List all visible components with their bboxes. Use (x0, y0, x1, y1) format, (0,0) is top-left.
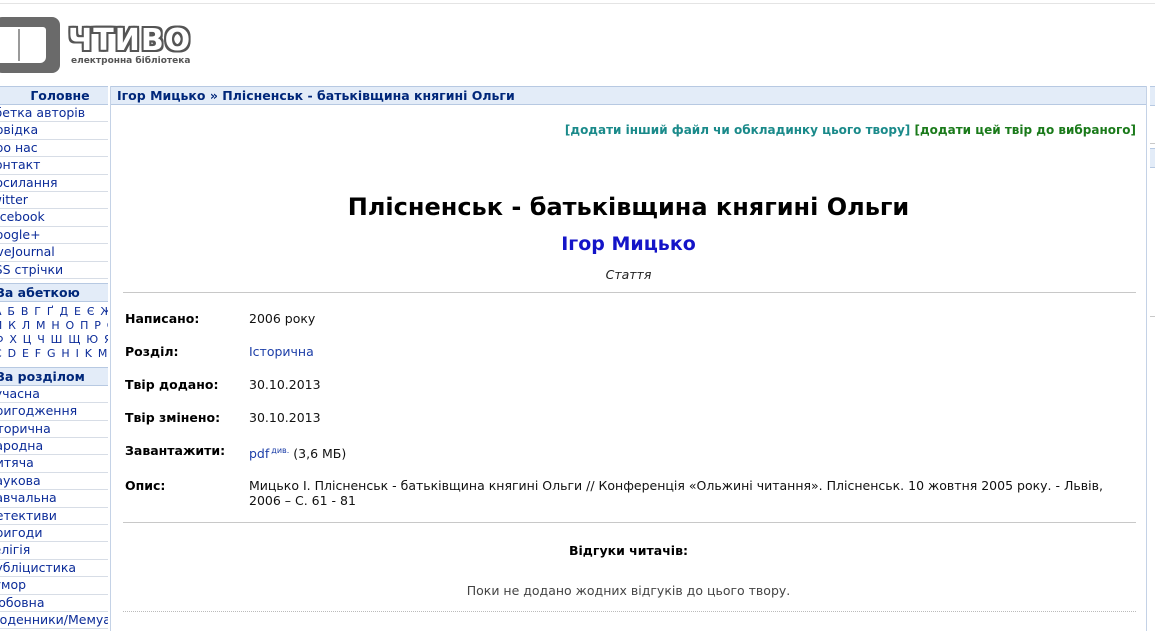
work-actions: [додати інший файл чи обкладинку цього т… (565, 123, 1136, 137)
alphabet-index: А Б В Г Ґ Д Е Є Ж З І Ї Й К Л М Н О П Р … (0, 302, 108, 363)
divider (123, 611, 1136, 612)
download-pdf-link[interactable]: pdf (249, 446, 269, 461)
logo-title: ЧТИВО (68, 23, 192, 58)
add-file-link[interactable]: [додати інший файл чи обкладинку цього т… (565, 123, 910, 137)
top-divider (0, 3, 1155, 4)
divider (123, 522, 1136, 523)
alphabet-row[interactable]: А Б В Г Ґ Д Е Є Ж З І Ї (0, 305, 108, 319)
breadcrumb-author-link[interactable]: Ігор Мицько (117, 88, 206, 103)
sidebar-item-section[interactable]: Наукова (0, 473, 108, 491)
sidebar-head-sections: За розділом (0, 366, 108, 386)
section-label: Розділ: (125, 344, 179, 359)
sidebar-item-section[interactable]: Пригодження (0, 403, 108, 421)
added-value: 30.10.2013 (249, 377, 321, 392)
sidebar-item-facebook[interactable]: Facebook (0, 209, 108, 227)
sidebar-head-alphabet: За абеткою (0, 282, 108, 302)
alphabet-row[interactable]: C D E F G H I K M N P S U (0, 347, 108, 361)
sidebar-item-livejournal[interactable]: LiveJournal (0, 244, 108, 262)
logo-subtitle: електронна бібліотека (71, 56, 191, 66)
sidebar-item-twitter[interactable]: Twitter (0, 192, 108, 210)
description-label: Опис: (125, 478, 166, 493)
download-label: Завантажити: (125, 443, 226, 458)
description-text: Мицько І. Плісненськ - батьківщина княги… (249, 478, 1103, 508)
sidebar-item-googleplus[interactable]: Google+ (0, 227, 108, 245)
sidebar-head-main: Головне (0, 86, 108, 105)
sidebar-item-section[interactable]: Пригоди (0, 525, 108, 543)
written-label: Написано: (125, 311, 200, 326)
changed-label: Твір змінено: (125, 410, 221, 425)
book-logo-icon (0, 17, 60, 73)
sidebar-item-section[interactable]: Навчальна (0, 490, 108, 508)
sidebar-item-section[interactable]: Любовна (0, 595, 108, 612)
breadcrumb-separator: » (205, 88, 223, 103)
sidebar-item-section[interactable]: Публіцистика (0, 560, 108, 578)
sidebar-item-rss[interactable]: RSS стрічки (0, 262, 108, 279)
main-content: Ігор Мицько » Плісненськ - батьківщина к… (110, 86, 1147, 631)
reviews-empty-text: Поки не додано жодних відгуків до цього … (466, 583, 791, 598)
view-link[interactable]: див. (271, 446, 289, 455)
download-size: (3,6 МБ) (293, 446, 347, 462)
sidebar-item-about[interactable]: Про нас (0, 140, 108, 158)
left-sidebar: Головне Абетка авторів Довідка Про нас К… (0, 86, 108, 630)
added-label: Твір додано: (125, 377, 219, 392)
sidebar-item-section[interactable]: Народна (0, 438, 108, 456)
alphabet-row[interactable]: Ф Х Ц Ч Ш Щ Ю Я A B (0, 333, 108, 347)
work-title: Плісненськ - батьківщина княгині Ольги (347, 193, 910, 221)
sidebar-item-section[interactable]: Історична (0, 421, 108, 439)
section-link[interactable]: Історична (249, 344, 314, 359)
sidebar-item-contact[interactable]: Контакт (0, 157, 108, 175)
written-value: 2006 року (249, 311, 316, 326)
work-type: Стаття (605, 267, 652, 282)
sidebar-item-authors[interactable]: Абетка авторів (0, 105, 108, 123)
sidebar-item-section[interactable]: Гумор (0, 577, 108, 595)
changed-value: 30.10.2013 (249, 410, 321, 425)
breadcrumb-work: Плісненськ - батьківщина княгині Ольги (222, 88, 515, 103)
work-author-link[interactable]: Ігор Мицько (111, 233, 1146, 255)
site-logo[interactable]: ЧТИВО електронна бібліотека (0, 17, 200, 77)
sidebar-item-section[interactable]: Щоденники/Мемуари (0, 612, 108, 630)
divider (123, 292, 1136, 293)
sidebar-item-section[interactable]: Релігія (0, 542, 108, 560)
sidebar-item-section[interactable]: Детективи (0, 508, 108, 526)
sidebar-item-section[interactable]: Сучасна (0, 386, 108, 404)
sidebar-item-help[interactable]: Довідка (0, 122, 108, 140)
alphabet-row[interactable]: Й К Л М Н О П Р С Т У (0, 319, 108, 333)
add-favorite-link[interactable]: [додати цей твір до вибраного] (914, 123, 1136, 137)
sidebar-item-section[interactable]: Дитяча (0, 455, 108, 473)
sidebar-item-links[interactable]: Посилання (0, 175, 108, 192)
breadcrumb: Ігор Мицько » Плісненськ - батьківщина к… (111, 86, 1146, 105)
right-sidebar-edge (1150, 86, 1155, 631)
reviews-heading: Відгуки читачів: (569, 543, 688, 558)
